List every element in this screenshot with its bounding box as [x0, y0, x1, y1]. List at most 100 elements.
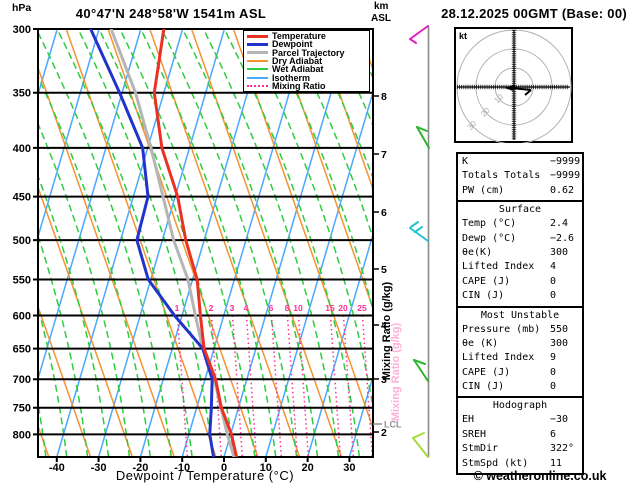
mixing-ratio-label: 1: [175, 303, 180, 313]
legend-label: Mixing Ratio: [272, 80, 326, 91]
stats-row: Lifted Index 9: [458, 351, 582, 365]
legend-line-sample: [247, 51, 268, 55]
stats-label: EH: [462, 414, 475, 426]
skewt-chart: 300350400450500550600650700750800-40 -30-…: [0, 24, 430, 483]
stats-row: CAPE (J) 0: [458, 366, 582, 380]
mixing-ratio-label: 25: [357, 303, 367, 313]
stats-row: StmDir 322°: [458, 442, 582, 456]
stats-section-title: Most Unstable: [480, 309, 560, 321]
stats-row: θe(K) 300: [458, 246, 582, 260]
stats-row: CIN (J) 0: [458, 380, 582, 394]
stats-row: Temp (°C) 2.4: [458, 217, 582, 231]
stats-section: K −9999 Totals Totals −9999 PW (cm) 0.62: [458, 154, 582, 200]
hodograph-unit-label: kt: [459, 31, 467, 41]
temp-tick-label: -40: [49, 462, 65, 474]
stats-row: EH −30: [458, 413, 582, 427]
stats-value: 4: [550, 261, 557, 273]
pressure-tick-label: 350: [13, 88, 31, 100]
stats-row: Totals Totals −9999: [458, 169, 582, 183]
stats-section: Surface Temp (°C) 2.4 Dewp (°C) −2.6 θe(K) 300…: [458, 200, 582, 305]
stats-label: Totals Totals: [462, 170, 541, 182]
stats-value: 0: [550, 366, 557, 378]
legend-line-sample: [247, 84, 268, 87]
legend-line-sample: [247, 68, 268, 71]
stats-row: CAPE (J) 0: [458, 275, 582, 289]
stats-row: SREH 6: [458, 428, 582, 442]
stats-row: Lifted Index 4: [458, 260, 582, 274]
stats-value: 322°: [550, 443, 575, 455]
km-tick-label: 5: [381, 264, 387, 276]
chart-legend: Temperature Dewpoint Parcel Trajectory Dry …: [243, 30, 370, 92]
pressure-tick-label: 300: [13, 24, 31, 36]
stats-value: 6: [550, 428, 557, 440]
stats-label: θe (K): [462, 337, 499, 349]
stats-row: θe (K) 300: [458, 337, 582, 351]
credit: © weatheronline.co.uk: [473, 469, 607, 483]
mixing-ratio-label: 20: [338, 303, 348, 313]
stats-label: SREH: [462, 428, 487, 440]
stats-label: CIN (J): [462, 381, 505, 393]
pressure-tick-label: 800: [13, 429, 31, 441]
stats-label: PW (cm): [462, 184, 505, 196]
pressure-tick-label: 450: [13, 192, 31, 204]
mixing-ratio-line: [329, 315, 342, 457]
legend-line-sample: [247, 59, 268, 62]
pressure-tick-label: 500: [13, 235, 31, 247]
stats-value: 300: [550, 337, 569, 349]
wind-barb: [409, 38, 417, 44]
wind-barb: [409, 25, 429, 40]
km-tick-label: 8: [381, 91, 387, 103]
stats-panel: K −9999 Totals Totals −9999 PW (cm) 0.62 Surfa…: [456, 152, 584, 476]
stats-value: 0: [550, 290, 557, 302]
mixing-ratio-label: 15: [325, 303, 335, 313]
wet-adiabat-line: [0, 29, 4, 457]
stats-value: 0: [550, 275, 557, 287]
stats-label: θe(K): [462, 246, 493, 258]
stats-value: 550: [550, 323, 569, 335]
stats-value: 0.62: [550, 184, 575, 196]
skewt-page: hPa 40°47'N 248°58'W 1541m ASL km ASL 28…: [0, 0, 629, 486]
stats-row: CIN (J) 0: [458, 289, 582, 303]
km-tick-label: 6: [381, 207, 387, 219]
stats-value: −9999: [550, 170, 581, 182]
temp-tick-label: 20: [301, 462, 313, 474]
stats-value: −9999: [550, 156, 581, 167]
wind-barb: [414, 226, 423, 233]
hodograph: 102030kt: [454, 27, 573, 143]
km-tick-label: 7: [381, 149, 387, 161]
temp-tick-label: 30: [343, 462, 355, 474]
stats-label: K: [462, 156, 469, 167]
pressure-tick-label: 600: [13, 310, 31, 322]
mixing-ratio-label: 8: [285, 303, 290, 313]
stats-section: Most Unstable Pressure (mb) 550 θe (K) 300 Li…: [458, 305, 582, 397]
wind-barb: [410, 221, 419, 228]
stats-label: Lifted Index: [462, 261, 535, 273]
stats-row: Dewp (°C) −2.6: [458, 232, 582, 246]
pressure-tick-label: 750: [13, 403, 31, 415]
stats-section: Hodograph EH −30 SREH 6 StmDir 322° StmSpd (kt)…: [458, 396, 582, 473]
legend-item: Mixing Ratio: [244, 80, 369, 91]
stats-value: −30: [550, 414, 569, 426]
stats-row: PW (cm) 0.62: [458, 184, 582, 198]
dry-adiabat-line: [0, 29, 7, 457]
pressure-tick-label: 700: [13, 374, 31, 386]
mixing-ratio-label: 2: [209, 303, 214, 313]
pressure-tick-label: 550: [13, 275, 31, 287]
mixing-ratio-label: 4: [244, 303, 249, 313]
mixing-ratio-label: 3: [230, 303, 235, 313]
stats-label: Temp (°C): [462, 218, 517, 230]
wind-barb: [412, 437, 429, 458]
mixing-ratio-line: [176, 315, 189, 457]
wind-barb: [412, 432, 425, 439]
legend-line-sample: [247, 34, 268, 38]
stats-label: Lifted Index: [462, 352, 535, 364]
stats-value: −2.6: [550, 232, 575, 244]
stats-label: CIN (J): [462, 290, 505, 302]
stats-label: Pressure (mb): [462, 323, 541, 335]
stats-row: K −9999: [458, 155, 582, 169]
stats-label: CAPE (J): [462, 366, 511, 378]
stats-section-title: Surface: [498, 204, 542, 216]
stats-label: StmDir: [462, 443, 499, 455]
legend-line-sample: [247, 42, 268, 46]
stats-row: Pressure (mb) 550: [458, 323, 582, 337]
